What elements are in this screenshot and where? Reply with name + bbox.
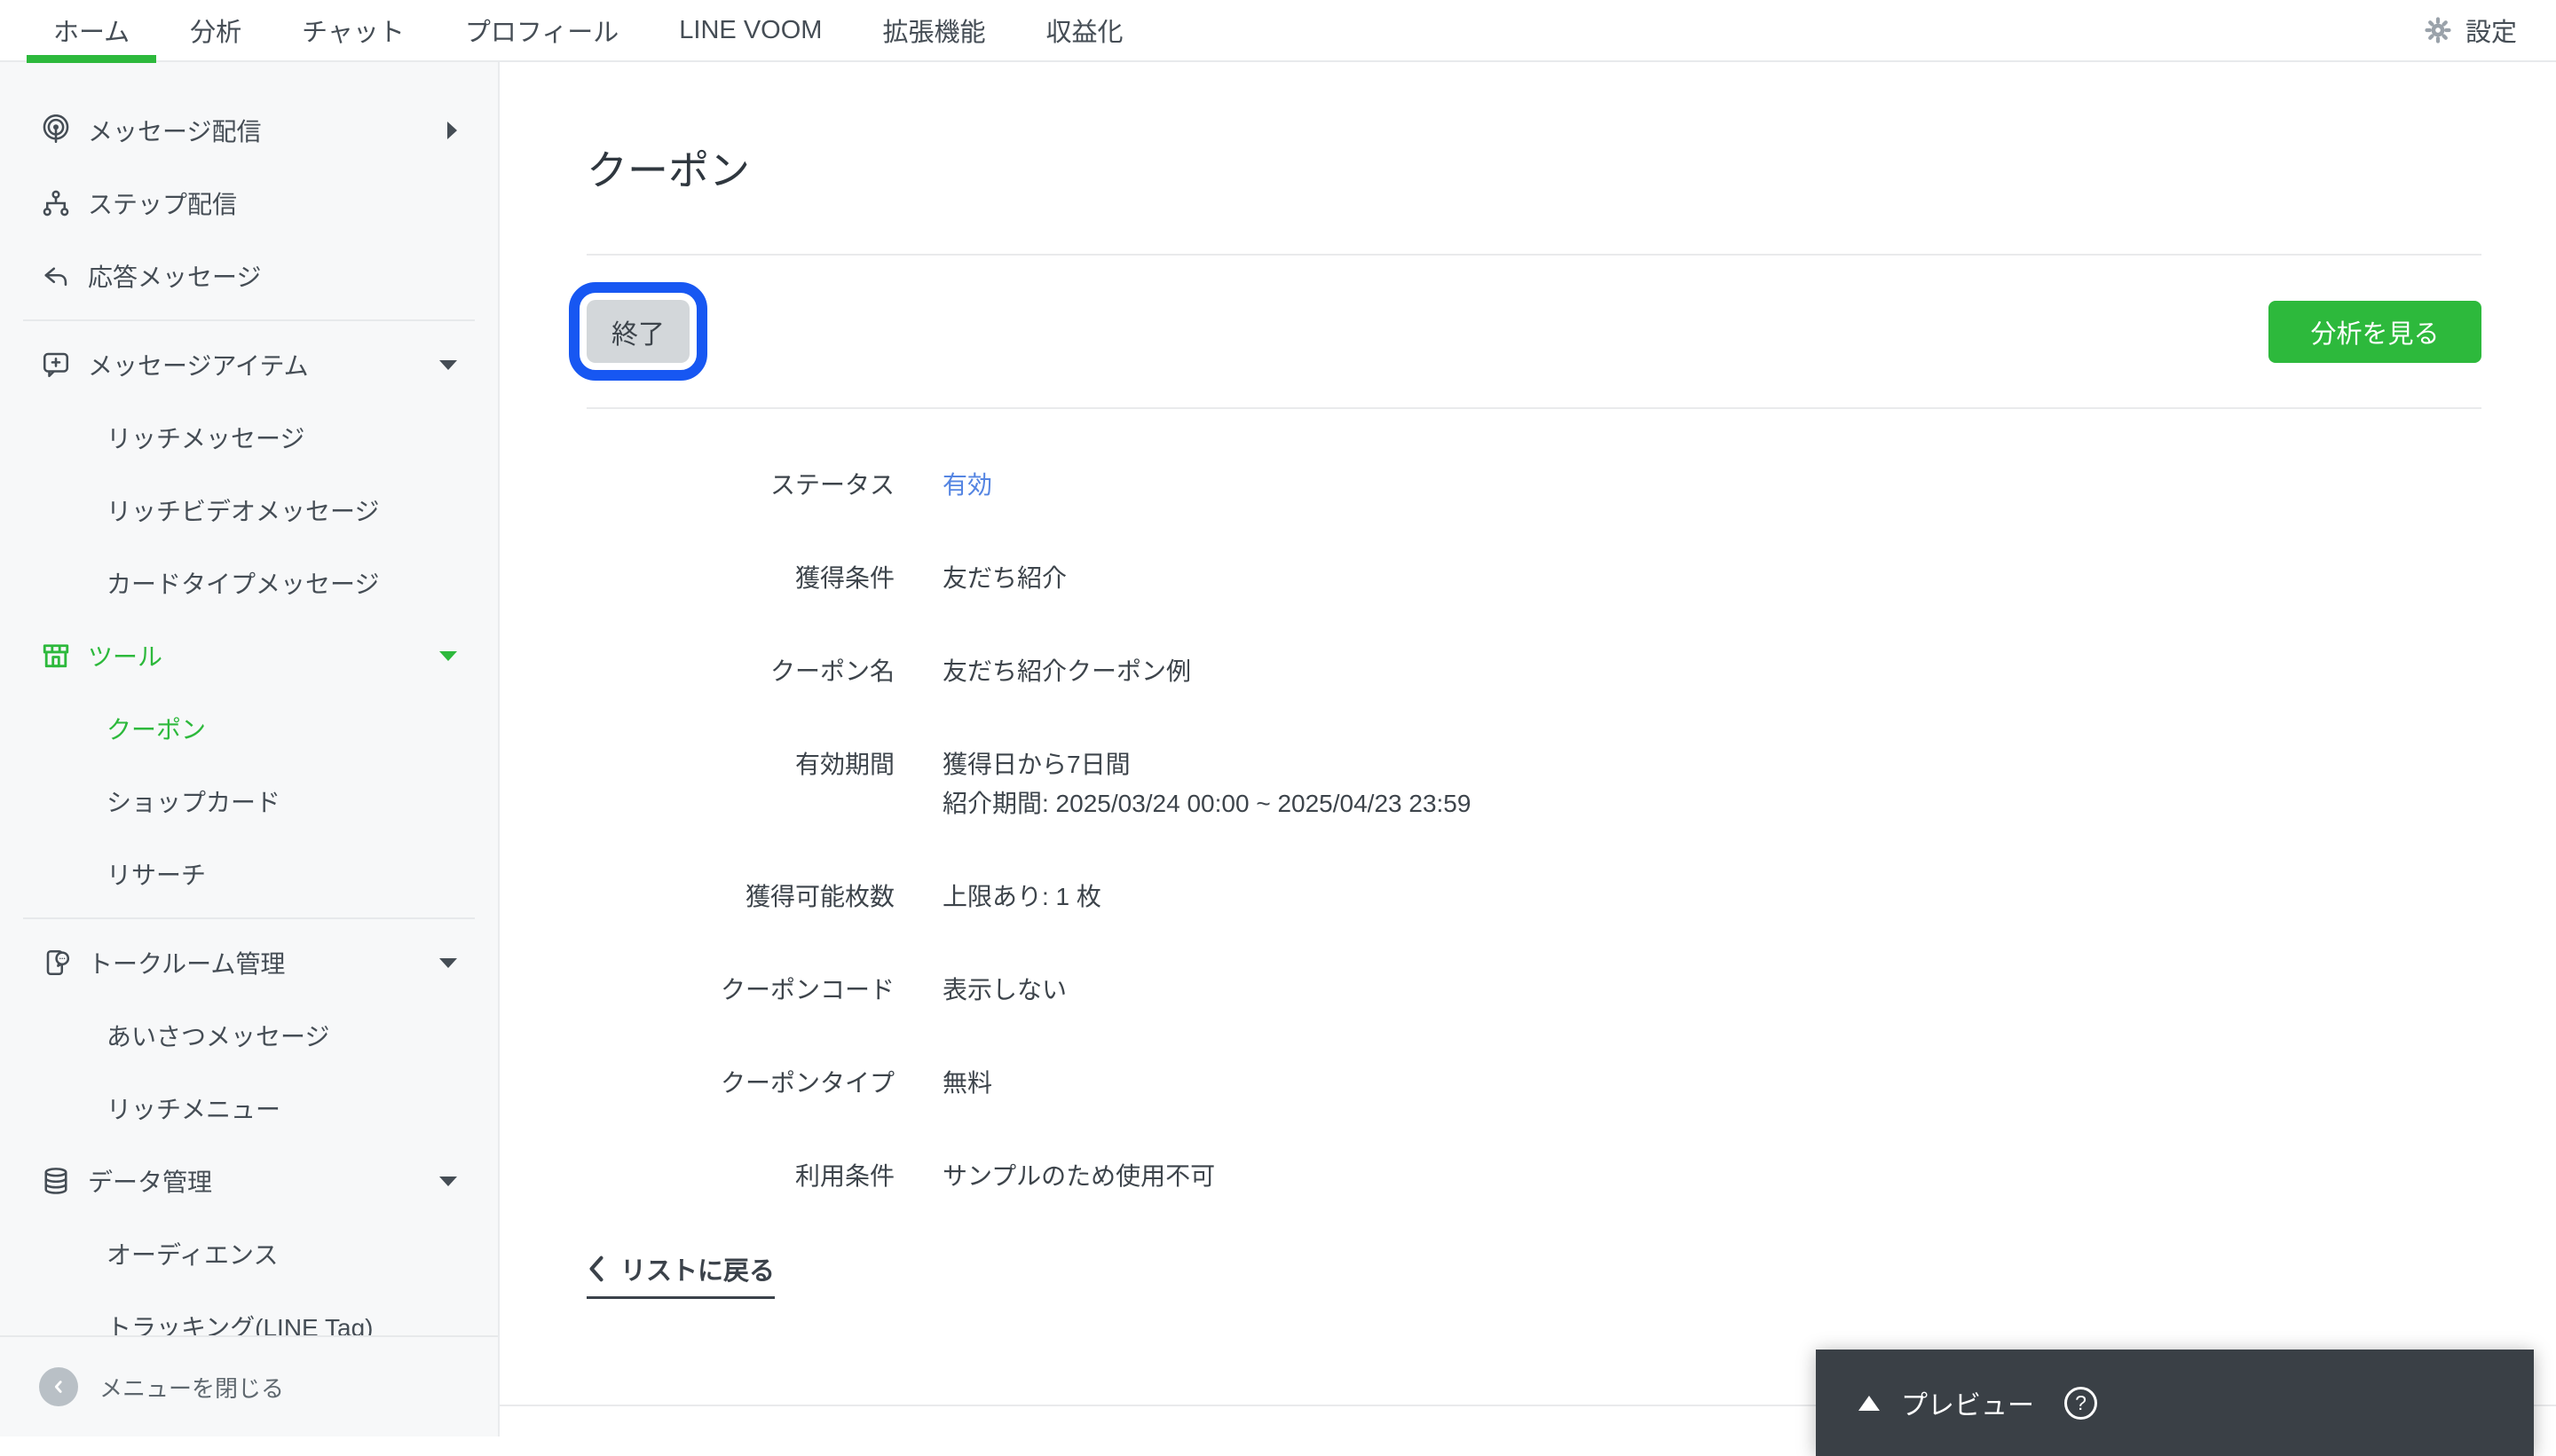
detail-row-status: ステータス 有効 (587, 466, 2481, 505)
sidebar-item-label: ツール (88, 643, 163, 671)
sidebar-item-audience[interactable]: オーディエンス (0, 1217, 498, 1290)
chevron-down-icon (439, 359, 457, 370)
chevron-left-icon (589, 1255, 604, 1282)
sidebar-item-greeting-message[interactable]: あいさつメッセージ (0, 999, 498, 1072)
detail-row-usage-condition: 利用条件 サンプルのため使用不可 (587, 1157, 2481, 1196)
detail-row-validity-period: 有効期間 獲得日から7日間 紹介期間: 2025/03/24 00:00 ~ 2… (587, 745, 2481, 823)
top-navigation: ホーム 分析 チャット プロフィール LINE VOOM 拡張機能 収益化 設定 (0, 0, 2556, 63)
sidebar-item-research[interactable]: リサーチ (0, 838, 498, 910)
nav-tab-extensions[interactable]: 拡張機能 (856, 0, 1012, 61)
sidebar-item-rich-video-message[interactable]: リッチビデオメッセージ (0, 474, 498, 547)
sidebar-section-message-items[interactable]: メッセージアイテム (0, 328, 498, 401)
view-analytics-button[interactable]: 分析を見る (2268, 300, 2481, 363)
sidebar: メッセージ配信 ステップ配信 応答メッセージ メッセージアイテム リッチメッセー… (0, 62, 500, 1436)
back-to-list-link[interactable]: リストに戻る (587, 1250, 776, 1299)
sidebar-section-talk-room[interactable]: トークルーム管理 (0, 926, 498, 999)
detail-row-coupon-type: クーポンタイプ 無料 (587, 1064, 2481, 1103)
sidebar-divider (23, 917, 475, 919)
settings-button[interactable]: 設定 (2423, 12, 2517, 49)
sidebar-item-label: メッセージアイテム (88, 352, 309, 380)
sidebar-item-label: トークルーム管理 (88, 950, 286, 978)
status-value-link[interactable]: 有効 (943, 466, 992, 505)
triangle-up-icon (1858, 1395, 1880, 1411)
sidebar-item-rich-menu[interactable]: リッチメニュー (0, 1072, 498, 1145)
page-title: クーポン (587, 147, 750, 193)
preview-label: プレビュー (1901, 1391, 2034, 1421)
sidebar-item-rich-message[interactable]: リッチメッセージ (0, 401, 498, 474)
chevron-down-icon (439, 650, 457, 661)
detail-value: 友だち紹介 (943, 564, 1068, 592)
sidebar-item-label: ステップ配信 (88, 191, 238, 218)
chevron-down-icon (439, 957, 457, 968)
chevron-left-circle-icon (39, 1367, 78, 1406)
sidebar-item-label: データ管理 (88, 1169, 213, 1196)
status-filter-ended-button[interactable]: 終了 (569, 282, 707, 381)
nav-tab-profile[interactable]: プロフィール (438, 0, 645, 61)
detail-label: クーポンコード (720, 976, 895, 1003)
divider (587, 407, 2481, 409)
detail-label: ステータス (769, 471, 895, 499)
validity-line-2: 紹介期間: 2025/03/24 00:00 ~ 2025/04/23 23:5… (943, 790, 1471, 817)
sidebar-item-label: メッセージ配信 (88, 118, 262, 146)
settings-label: 設定 (2465, 19, 2517, 47)
help-icon[interactable]: ? (2064, 1386, 2097, 1420)
detail-row-acquirable-count: 獲得可能枚数 上限あり: 1 枚 (587, 878, 2481, 917)
storefront-icon (40, 640, 72, 672)
detail-label: 獲得条件 (794, 564, 895, 592)
chevron-down-icon (439, 1176, 457, 1186)
phone-chat-icon (40, 947, 72, 979)
collapse-menu-button[interactable]: メニューを閉じる (0, 1335, 498, 1436)
sidebar-item-label: 応答メッセージ (88, 264, 262, 291)
detail-label: クーポン名 (769, 657, 895, 685)
preview-panel-toggle[interactable]: プレビュー ? (1816, 1350, 2534, 1456)
detail-label: 獲得可能枚数 (745, 883, 895, 910)
detail-value: 表示しない (943, 976, 1068, 1003)
detail-label: 利用条件 (794, 1162, 895, 1190)
nav-tab-monetization[interactable]: 収益化 (1019, 0, 1149, 61)
sidebar-item-step-broadcast[interactable]: ステップ配信 (0, 167, 498, 240)
detail-value: サンプルのため使用不可 (943, 1162, 1216, 1190)
broadcast-icon (40, 114, 72, 146)
back-to-list-label: リストに戻る (620, 1257, 776, 1286)
detail-row-coupon-name: クーポン名 友だち紹介クーポン例 (587, 652, 2481, 691)
sidebar-divider (23, 319, 475, 321)
nav-tab-chat[interactable]: チャット (275, 0, 431, 61)
gear-icon (2425, 17, 2451, 43)
detail-row-coupon-code: クーポンコード 表示しない (587, 971, 2481, 1010)
sidebar-section-tools[interactable]: ツール (0, 619, 498, 692)
nav-tab-home[interactable]: ホーム (27, 0, 157, 63)
validity-line-1: 獲得日から7日間 (943, 751, 1131, 778)
sidebar-item-message-broadcast[interactable]: メッセージ配信 (0, 94, 498, 167)
sitemap-icon (40, 187, 72, 219)
coupon-details: ステータス 有効 獲得条件 友だち紹介 クーポン名 友だち紹介クーポン例 有効期… (587, 466, 2481, 1196)
nav-tab-analytics[interactable]: 分析 (163, 0, 268, 61)
detail-value: 無料 (943, 1069, 993, 1097)
collapse-menu-label: メニューを閉じる (99, 1374, 285, 1402)
coupon-toolbar: 終了 分析を見る (569, 256, 2481, 407)
detail-value: 獲得日から7日間 紹介期間: 2025/03/24 00:00 ~ 2025/0… (943, 745, 1471, 823)
main-content: クーポン 終了 分析を見る ステータス 有効 獲得条件 友だち紹介 クーポン名 … (500, 62, 2556, 1436)
detail-value: 友だち紹介クーポン例 (943, 657, 1192, 685)
detail-row-acquisition-condition: 獲得条件 友だち紹介 (587, 559, 2481, 598)
chevron-right-icon (447, 122, 457, 139)
sidebar-section-data-management[interactable]: データ管理 (0, 1145, 498, 1217)
nav-tab-line-voom[interactable]: LINE VOOM (652, 0, 848, 61)
bubble-plus-icon (40, 349, 72, 381)
sidebar-item-coupon[interactable]: クーポン (0, 692, 498, 765)
database-icon (40, 1165, 72, 1197)
detail-label: 有効期間 (794, 751, 895, 778)
sidebar-item-card-type-message[interactable]: カードタイプメッセージ (0, 547, 498, 619)
detail-value: 上限あり: 1 枚 (943, 883, 1101, 910)
sidebar-item-auto-reply[interactable]: 応答メッセージ (0, 240, 498, 312)
sidebar-item-shop-card[interactable]: ショップカード (0, 765, 498, 838)
detail-label: クーポンタイプ (720, 1069, 895, 1097)
reply-arrow-icon (40, 260, 72, 292)
